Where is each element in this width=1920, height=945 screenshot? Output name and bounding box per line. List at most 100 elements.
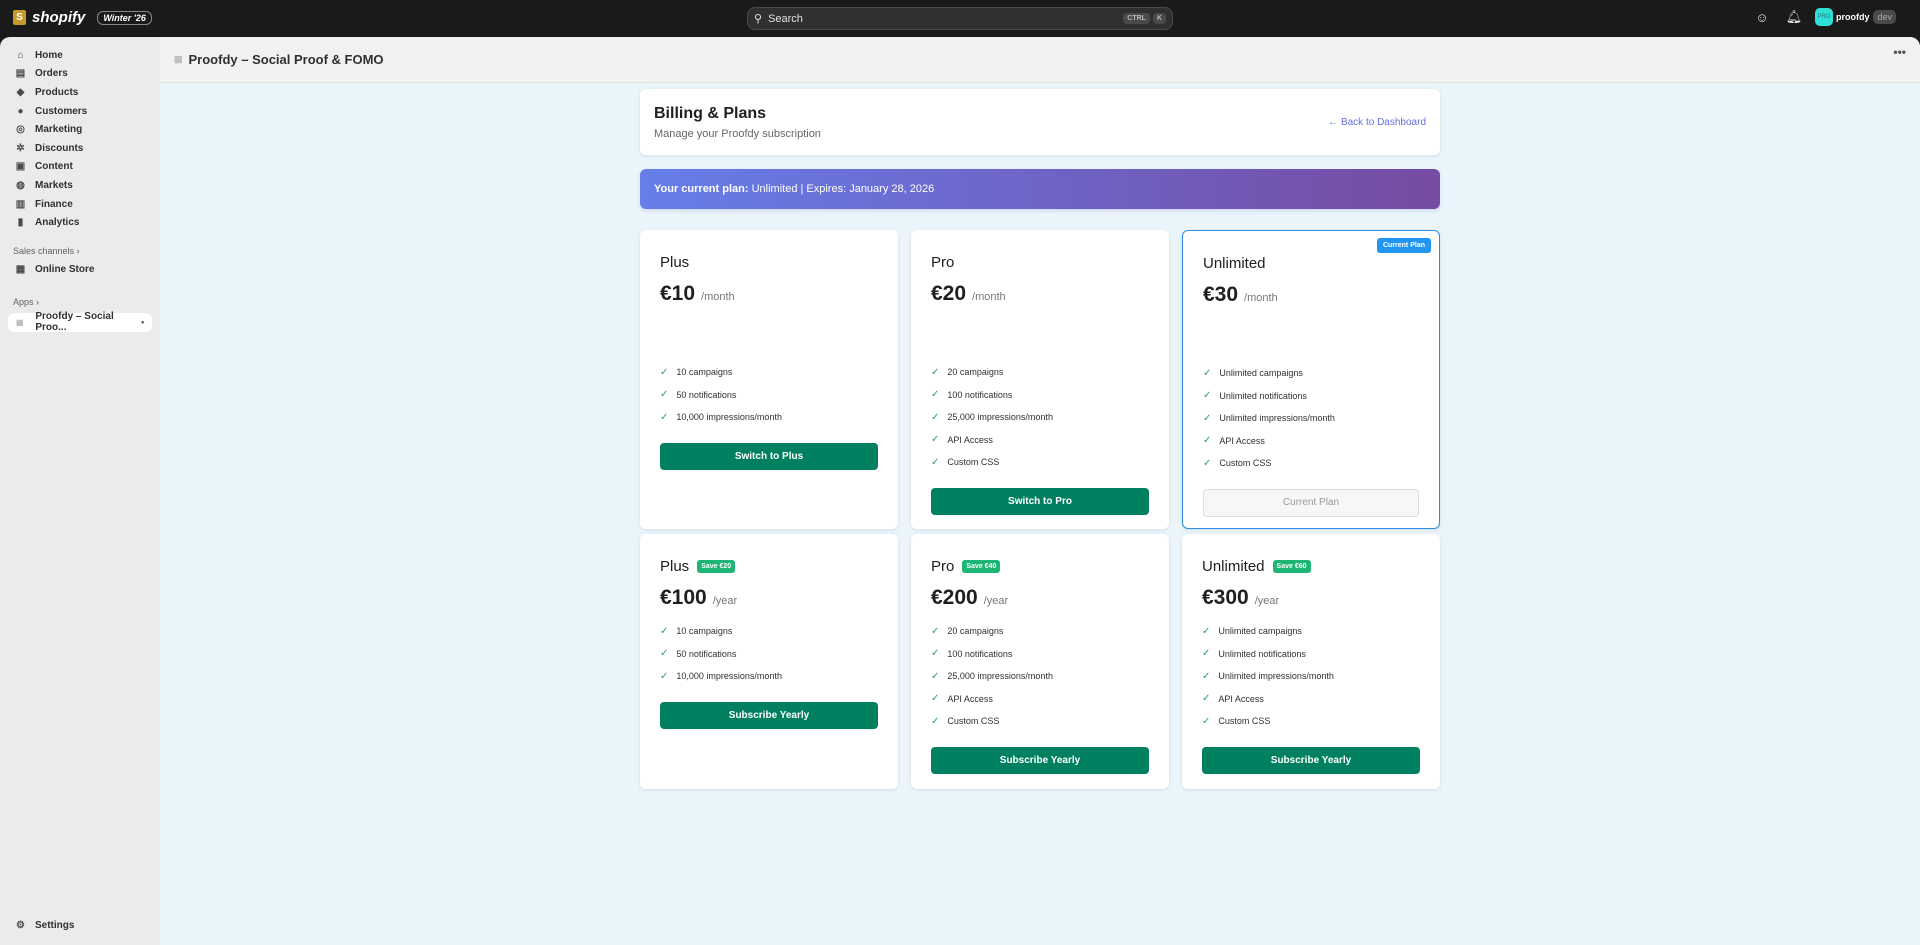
- feature-label: 50 notifications: [676, 648, 737, 659]
- check-icon: ✓: [1203, 457, 1212, 469]
- plan-action-button[interactable]: Subscribe Yearly: [1202, 746, 1420, 774]
- feature-item: ✓ Unlimited campaigns: [1202, 620, 1420, 643]
- check-icon: ✓: [1202, 670, 1211, 682]
- sidebar-item-label: Home: [35, 49, 63, 61]
- feature-label: 20 campaigns: [947, 626, 1004, 637]
- feature-item: ✓ 100 notifications: [931, 643, 1149, 666]
- feature-item: ✓ 10,000 impressions/month: [660, 665, 878, 688]
- sidebar-item-analytics[interactable]: ▮ Analytics: [0, 213, 160, 232]
- feature-label: 10 campaigns: [676, 626, 733, 637]
- sidebar-item-content[interactable]: ▣ Content: [0, 158, 160, 177]
- feature-label: 10,000 impressions/month: [676, 671, 782, 682]
- plan-price: €100: [660, 586, 707, 609]
- plan-name: Unlimited: [1202, 557, 1265, 575]
- shopify-bag-icon: S: [13, 10, 26, 25]
- check-icon: ✓: [1202, 693, 1211, 705]
- sidebar-item-label: Finance: [35, 198, 73, 210]
- shortcut-k: K: [1152, 13, 1166, 24]
- check-icon: ✓: [1202, 715, 1211, 727]
- sidebar-item-finance[interactable]: ▥ Finance: [0, 195, 160, 214]
- sidebar-item-label: Orders: [35, 68, 68, 80]
- feature-label: 100 notifications: [947, 648, 1013, 659]
- feature-item: ✓ 50 notifications: [660, 384, 878, 407]
- feature-label: 20 campaigns: [947, 367, 1004, 378]
- plan-action-button[interactable]: Subscribe Yearly: [931, 746, 1149, 774]
- plan-name: Pro: [931, 557, 955, 575]
- app-title: Proofdy – Social Proof & FOMO: [188, 52, 384, 67]
- feature-item: ✓ Custom CSS: [1203, 452, 1419, 475]
- bell-icon[interactable]: 🔔︎: [1783, 9, 1805, 25]
- check-icon: ✓: [931, 366, 940, 378]
- sidebar-item-customers[interactable]: ● Customers: [0, 102, 160, 121]
- content-icon: ▣: [15, 161, 26, 173]
- plan-name: Unlimited: [1203, 254, 1266, 272]
- store-name[interactable]: proofdy: [1836, 12, 1870, 22]
- plan-name: Plus: [660, 253, 690, 271]
- sidebar-item-label: Discounts: [35, 142, 84, 154]
- plan-name: Plus: [660, 557, 690, 575]
- search-placeholder: Search: [768, 12, 803, 25]
- env-badge: dev: [1873, 10, 1896, 24]
- home-icon: ⌂: [17, 49, 24, 61]
- plan-card-pro-yearly: Pro Save €40 €200/year ✓ 20 campaigns ✓ 100 no…: [911, 534, 1169, 789]
- plan-price: €200: [931, 586, 978, 609]
- feature-item: ✓ Unlimited notifications: [1202, 643, 1420, 666]
- sidebar-item-proofdy[interactable]: ▦ Proofdy – Social Proo... •: [8, 311, 152, 333]
- app-header: ▦ Proofdy – Social Proof & FOMO •••: [160, 37, 1920, 83]
- sidebar-item-markets[interactable]: ◍ Markets: [0, 176, 160, 195]
- search-icon: ⚲: [754, 13, 763, 25]
- feature-item: ✓ API Access: [931, 688, 1149, 711]
- more-actions-icon[interactable]: •••: [1893, 45, 1906, 59]
- sidebar-item-marketing[interactable]: ◎ Marketing: [0, 120, 160, 139]
- plan-action-button[interactable]: Switch to Pro: [931, 487, 1149, 515]
- plan-card-unlimited-yearly: Unlimited Save €60 €300/year ✓ Unlimited cam…: [1182, 534, 1440, 789]
- feature-item: ✓ Unlimited notifications: [1203, 385, 1419, 408]
- store-avatar[interactable]: PRO: [1814, 8, 1833, 26]
- feature-item: ✓ API Access: [931, 429, 1149, 452]
- plan-period: /year: [983, 595, 1009, 607]
- sidebar-item-orders[interactable]: ▤ Orders: [0, 65, 160, 84]
- feature-label: Custom CSS: [947, 457, 1000, 468]
- plan-price: €300: [1202, 586, 1249, 609]
- save-badge: Save €60: [1272, 559, 1311, 573]
- feature-label: Unlimited campaigns: [1219, 368, 1303, 379]
- plan-action-button[interactable]: Subscribe Yearly: [660, 701, 878, 729]
- sales-channels-heading[interactable]: Sales channels ›: [0, 242, 160, 260]
- marketing-icon: ◎: [16, 124, 25, 136]
- feature-item: ✓ Unlimited campaigns: [1203, 362, 1419, 385]
- feature-label: Unlimited impressions/month: [1219, 413, 1335, 424]
- sidekick-icon[interactable]: ☺: [1751, 10, 1773, 25]
- current-plan-badge: Current Plan: [1376, 238, 1431, 253]
- shopify-logo[interactable]: S shopify Winter '26: [13, 9, 152, 26]
- check-icon: ✓: [1202, 625, 1211, 637]
- sidebar-item-online-store[interactable]: ▦ Online Store: [0, 260, 160, 279]
- banner-value: Unlimited | Expires: January 28, 2026: [748, 183, 935, 195]
- feature-label: API Access: [947, 434, 993, 445]
- plan-card-pro-monthly: Pro €20/month ✓ 20 campaigns ✓ 100 notificati…: [911, 230, 1169, 529]
- check-icon: ✓: [931, 670, 940, 682]
- save-badge: Save €40: [962, 559, 1001, 573]
- feature-label: API Access: [947, 693, 993, 704]
- feature-label: Custom CSS: [947, 716, 1000, 727]
- page-subtitle: Manage your Proofdy subscription: [654, 128, 821, 140]
- orders-icon: ▤: [15, 68, 26, 80]
- feature-label: Unlimited campaigns: [1218, 626, 1302, 637]
- feature-label: API Access: [1219, 435, 1265, 446]
- sidebar-item-home[interactable]: ⌂ Home: [0, 46, 160, 65]
- check-icon: ✓: [931, 693, 940, 705]
- products-icon: ◆: [16, 86, 25, 98]
- plan-action-button[interactable]: Switch to Plus: [660, 442, 878, 470]
- plan-period: /year: [1254, 595, 1280, 607]
- feature-item: ✓ API Access: [1203, 430, 1419, 453]
- check-icon: ✓: [660, 648, 669, 660]
- sidebar-item-products[interactable]: ◆ Products: [0, 83, 160, 102]
- discounts-icon: ✲: [16, 142, 25, 154]
- sidebar-item-discounts[interactable]: ✲ Discounts: [0, 139, 160, 158]
- sidebar-item-settings[interactable]: ⚙ Settings: [0, 916, 74, 935]
- brand-name: shopify: [32, 9, 86, 26]
- back-to-dashboard-link[interactable]: ← Back to Dashboard: [1328, 117, 1426, 128]
- sidebar-item-label: Content: [35, 161, 73, 173]
- search-input[interactable]: ⚲ Search CTRL K: [747, 7, 1173, 30]
- feature-item: ✓ 25,000 impressions/month: [931, 406, 1149, 429]
- apps-heading[interactable]: Apps ›: [0, 293, 160, 311]
